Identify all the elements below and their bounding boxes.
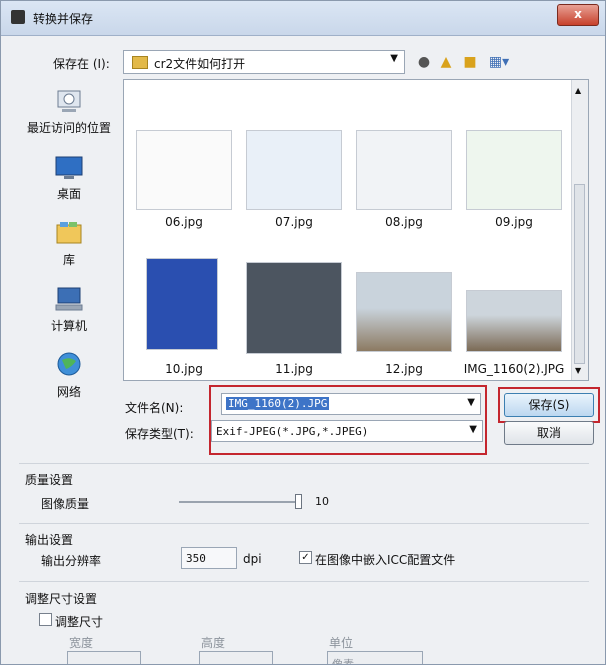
view-menu-icon[interactable]: ▦▾ xyxy=(487,54,511,70)
embed-icc-label[interactable]: 在图像中嵌入ICC配置文件 xyxy=(315,551,455,568)
scrollbar-thumb[interactable] xyxy=(574,184,585,364)
filetype-label: 保存类型(T): xyxy=(125,427,194,441)
unit-label: 单位 xyxy=(329,636,354,650)
chevron-down-icon: ▼ xyxy=(390,53,398,64)
place-network[interactable]: 网络 xyxy=(19,351,119,400)
divider xyxy=(19,463,589,464)
quality-section-title: 质量设置 xyxy=(25,473,74,487)
height-input[interactable] xyxy=(199,651,273,664)
up-folder-icon[interactable]: ▲ xyxy=(437,54,455,70)
desktop-icon xyxy=(55,156,83,179)
place-label: 最近访问的位置 xyxy=(26,121,111,135)
file-list[interactable]: 06.jpg 07.jpg 08.jpg 09.jpg 10.jpg 11.jp… xyxy=(123,79,589,381)
app-icon xyxy=(11,10,25,24)
file-name[interactable]: 06.jpg xyxy=(129,215,239,229)
width-input[interactable] xyxy=(67,651,141,664)
title-bar[interactable]: 转换并保存 x xyxy=(1,1,605,36)
file-name[interactable]: 08.jpg xyxy=(349,215,459,229)
quality-value: 10 xyxy=(315,495,329,508)
place-label: 库 xyxy=(62,253,75,267)
place-computer[interactable]: 计算机 xyxy=(19,285,119,334)
width-label: 宽度 xyxy=(69,636,94,650)
scroll-up-icon[interactable]: ▲ xyxy=(575,86,581,95)
resolution-unit: dpi xyxy=(243,552,262,566)
computer-icon xyxy=(55,287,83,311)
libraries-icon xyxy=(56,222,82,244)
file-name[interactable]: 11.jpg xyxy=(239,362,349,376)
back-icon[interactable]: ● xyxy=(415,54,433,70)
embed-icc-checkbox[interactable]: ✓ xyxy=(299,551,312,564)
vertical-scrollbar[interactable]: ▲ ▼ xyxy=(571,80,588,380)
file-thumbnail[interactable] xyxy=(356,272,452,352)
resize-label[interactable]: 调整尺寸 xyxy=(55,613,103,630)
file-name[interactable]: 07.jpg xyxy=(239,215,349,229)
cancel-button[interactable]: 取消 xyxy=(504,421,594,445)
quality-slider-handle[interactable] xyxy=(295,494,302,509)
divider xyxy=(19,523,589,524)
output-section-title: 输出设置 xyxy=(25,533,74,547)
file-thumbnail[interactable] xyxy=(466,130,562,210)
file-name[interactable]: 09.jpg xyxy=(459,215,569,229)
resize-section-title: 调整尺寸设置 xyxy=(25,592,98,606)
file-thumbnail[interactable] xyxy=(136,130,232,210)
save-in-dropdown[interactable]: cr2文件如何打开 ▼ xyxy=(123,50,405,74)
file-thumbnail[interactable] xyxy=(246,262,342,354)
resolution-label: 输出分辨率 xyxy=(41,554,102,568)
file-thumbnail[interactable] xyxy=(246,130,342,210)
place-label: 网络 xyxy=(56,385,81,399)
resolution-input[interactable]: 350 xyxy=(181,547,237,569)
place-recent[interactable]: 最近访问的位置 xyxy=(19,87,119,136)
network-icon xyxy=(57,352,81,376)
height-label: 高度 xyxy=(201,636,226,650)
file-name[interactable]: 10.jpg xyxy=(129,362,239,376)
save-in-label: 保存在 (I): xyxy=(53,57,110,71)
unit-value: 像素 xyxy=(332,658,354,665)
save-in-value: cr2文件如何打开 xyxy=(154,57,246,71)
highlight-box xyxy=(209,385,487,455)
quality-slider-track[interactable] xyxy=(179,501,299,503)
file-name[interactable]: IMG_1160(2).JPG xyxy=(459,362,569,376)
save-dialog: 转换并保存 x 保存在 (I): cr2文件如何打开 ▼ ● ▲ ■ ▦▾ 最近… xyxy=(0,0,606,665)
place-libraries[interactable]: 库 xyxy=(19,219,119,268)
highlight-box xyxy=(498,387,600,423)
divider xyxy=(19,581,589,582)
file-thumbnail[interactable] xyxy=(356,130,452,210)
scroll-down-icon[interactable]: ▼ xyxy=(575,366,581,375)
resolution-value: 350 xyxy=(186,552,206,565)
quality-label: 图像质量 xyxy=(41,497,90,511)
resize-checkbox[interactable] xyxy=(39,613,52,626)
place-desktop[interactable]: 桌面 xyxy=(19,153,119,202)
file-thumbnail[interactable] xyxy=(146,258,218,350)
place-label: 计算机 xyxy=(50,319,87,333)
window-title: 转换并保存 xyxy=(33,12,94,26)
new-folder-icon[interactable]: ■ xyxy=(461,54,479,70)
unit-dropdown[interactable]: 像素 xyxy=(327,651,423,665)
close-button[interactable]: x xyxy=(557,4,599,26)
folder-icon xyxy=(132,56,148,69)
filename-label: 文件名(N): xyxy=(125,401,184,415)
file-thumbnail[interactable] xyxy=(466,290,562,352)
file-name[interactable]: 12.jpg xyxy=(349,362,459,376)
place-label: 桌面 xyxy=(56,187,81,201)
recent-places-icon xyxy=(57,90,81,112)
